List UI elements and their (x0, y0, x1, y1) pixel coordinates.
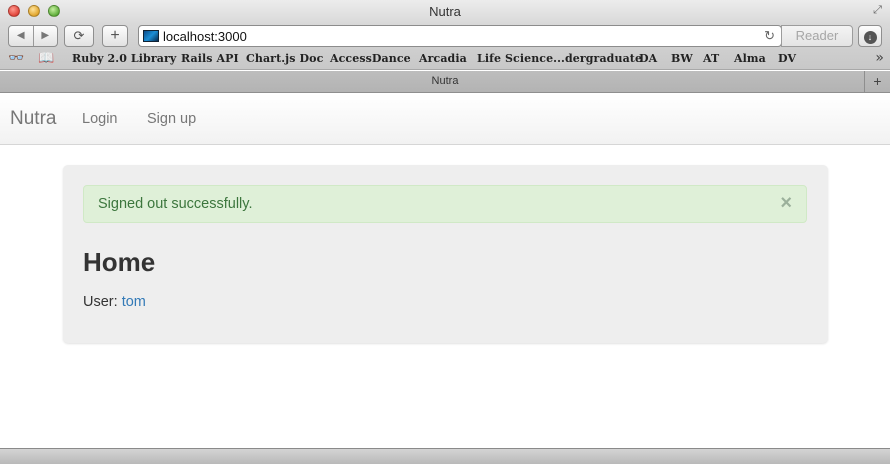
back-arrow-icon[interactable]: ◀ (9, 26, 33, 46)
bookmarks-bar: 👓 📖 Ruby 2.0 Library Rails API Chart.js … (0, 48, 890, 70)
bookmark-item[interactable]: BW (671, 52, 693, 65)
share-button[interactable]: ⟳ (64, 25, 94, 47)
status-bar (0, 448, 890, 464)
bookmark-item[interactable]: Arcadia (419, 52, 467, 65)
url-text[interactable]: localhost:3000 (163, 29, 247, 44)
back-forward-group: ◀ ▶ (8, 25, 58, 47)
user-label: User: (83, 294, 118, 310)
window-title: Nutra (429, 4, 461, 19)
fullscreen-icon[interactable]: ⤢ (871, 4, 884, 17)
bookmark-item[interactable]: Alma (734, 52, 766, 65)
bookmarks-book-icon[interactable]: 📖 (38, 51, 54, 66)
window-titlebar: Nutra ⤢ (0, 0, 890, 24)
navbar-brand[interactable]: Nutra (10, 108, 56, 130)
main-panel: Signed out successfully. × Home User: to… (63, 165, 828, 343)
nav-signup-link[interactable]: Sign up (147, 111, 196, 127)
bookmark-item[interactable]: Rails API (181, 52, 239, 65)
bookmark-item[interactable]: DV (778, 52, 796, 65)
new-tab-button[interactable]: + (864, 71, 890, 92)
forward-arrow-icon[interactable]: ▶ (32, 26, 58, 46)
reload-icon[interactable]: ↻ (764, 28, 775, 44)
browser-toolbar: ◀ ▶ ⟳ + localhost:3000 ↻ Reader ↓ (0, 24, 890, 48)
nav-login-link[interactable]: Login (82, 111, 117, 127)
alert-message: Signed out successfully. (98, 196, 253, 212)
close-alert-icon[interactable]: × (780, 192, 792, 214)
tab-bar: Nutra + (0, 71, 890, 93)
bookmark-item[interactable]: Chart.js Doc (246, 52, 323, 65)
bookmarks-overflow-icon[interactable]: » (875, 50, 884, 66)
user-profile-link[interactable]: tom (122, 294, 146, 310)
reader-button[interactable]: Reader (781, 25, 853, 47)
bookmark-item[interactable]: Ruby 2.0 Library (72, 52, 176, 65)
downloads-button[interactable]: ↓ (858, 25, 882, 47)
site-favicon-icon (143, 30, 159, 42)
download-icon: ↓ (863, 31, 877, 44)
page-title: Home (83, 247, 156, 277)
bookmark-item[interactable]: Life Science...dergraduate (477, 52, 642, 65)
bookmark-item[interactable]: AT (703, 52, 719, 65)
bookmark-item[interactable]: DA (639, 52, 657, 65)
bookmark-item[interactable]: AccessDance (330, 52, 411, 65)
tab-nutra[interactable]: Nutra (0, 75, 890, 87)
add-bookmark-button[interactable]: + (102, 25, 128, 47)
user-line: User: tom (83, 294, 146, 310)
flash-alert: Signed out successfully. × (83, 185, 807, 223)
site-navbar: Nutra Login Sign up (0, 94, 890, 145)
share-icon: ⟳ (73, 28, 85, 43)
address-bar[interactable]: localhost:3000 ↻ (138, 25, 782, 47)
reading-list-icon[interactable]: 👓 (8, 51, 24, 66)
